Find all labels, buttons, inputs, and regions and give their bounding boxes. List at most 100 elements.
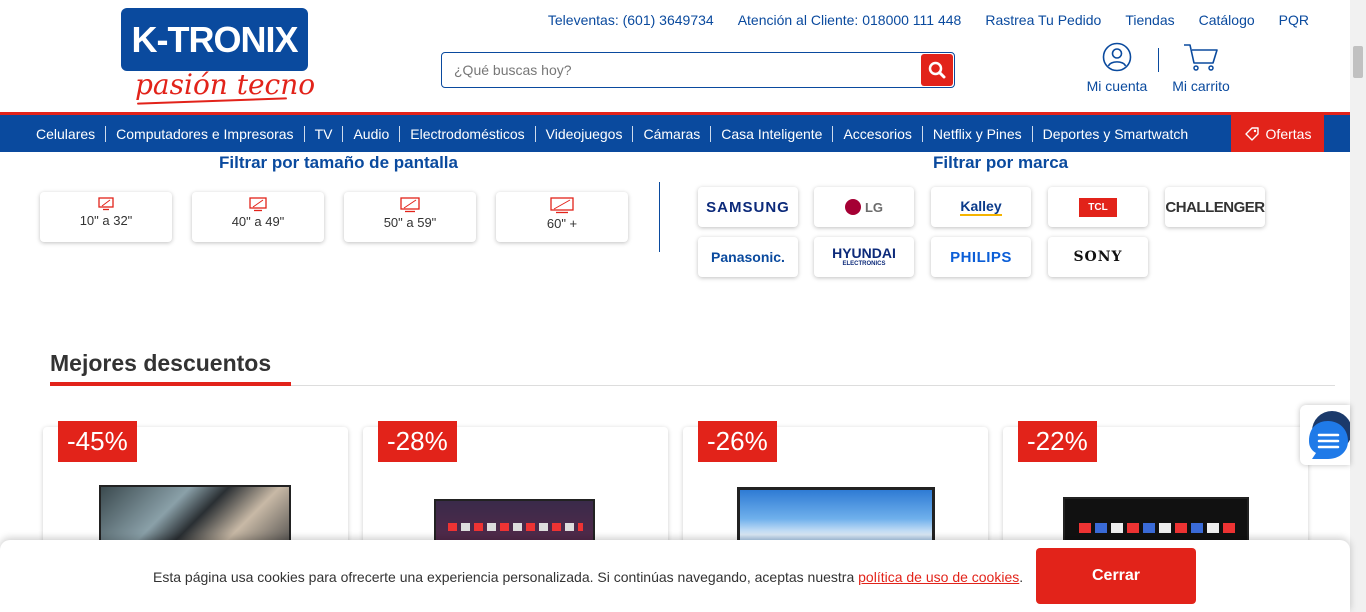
cookie-policy-link[interactable]: política de uso de cookies xyxy=(858,569,1019,585)
nav-divider xyxy=(534,125,536,142)
televentas-link[interactable]: Televentas: (601) 3649734 xyxy=(548,12,714,28)
cart-button[interactable]: Mi carrito xyxy=(1170,42,1232,94)
brand-hyundai[interactable]: HYUNDAI ELECTRONICS xyxy=(814,237,914,277)
ofertas-label: Ofertas xyxy=(1265,125,1312,142)
sony-logo: SONY xyxy=(1073,249,1123,265)
brand-lg[interactable]: LG xyxy=(814,187,914,227)
nav-tv[interactable]: TV xyxy=(305,126,343,142)
nav-celulares[interactable]: Celulares xyxy=(26,126,105,142)
scrollbar-thumb[interactable] xyxy=(1353,46,1363,78)
cookie-banner: Esta página usa cookies para ofrecerte u… xyxy=(0,540,1350,612)
nav-deportes-smartwatch[interactable]: Deportes y Smartwatch xyxy=(1033,126,1199,142)
account-button[interactable]: Mi cuenta xyxy=(1086,42,1148,94)
chat-button[interactable] xyxy=(1300,405,1350,465)
section-accent xyxy=(50,382,291,386)
product-card[interactable]: -26% xyxy=(683,421,988,557)
app-row xyxy=(1079,523,1239,533)
brand-sony[interactable]: SONY xyxy=(1048,237,1148,277)
kalley-logo: Kalley xyxy=(960,198,1002,216)
chat-icon xyxy=(1309,411,1350,459)
philips-logo: PHILIPS xyxy=(950,248,1012,266)
nav-netflix-pines[interactable]: Netflix y Pines xyxy=(923,126,1032,142)
customer-service-link[interactable]: Atención al Cliente: 018000 111 448 xyxy=(738,12,962,28)
site-header: K-TRONIX pasión tecno Televentas: (601) … xyxy=(0,0,1350,112)
nav-casa-inteligente[interactable]: Casa Inteligente xyxy=(711,126,832,142)
product-card[interactable]: -45% xyxy=(43,421,348,557)
brand-panasonic[interactable]: Panasonic. xyxy=(698,237,798,277)
section-title: Mejores descuentos xyxy=(50,350,272,376)
size-label: 10" a 32" xyxy=(79,213,133,228)
discount-badge: -28% xyxy=(378,421,457,462)
nav-audio[interactable]: Audio xyxy=(343,126,399,142)
user-icon xyxy=(1102,42,1132,72)
size-filter-10-32[interactable]: 10" a 32" xyxy=(40,192,172,242)
nav-divider xyxy=(1031,125,1033,142)
app-row xyxy=(448,523,583,531)
nav-divider xyxy=(710,125,712,142)
challenger-logo: CHALLENGER xyxy=(1165,198,1265,216)
size-label: 60" + xyxy=(546,216,578,231)
track-order-link[interactable]: Rastrea Tu Pedido xyxy=(985,12,1101,28)
nav-divider xyxy=(342,125,344,142)
brand-kalley[interactable]: Kalley xyxy=(931,187,1031,227)
tv-icon xyxy=(98,197,114,211)
samsung-logo: SAMSUNG xyxy=(706,198,790,216)
product-card[interactable]: -22% xyxy=(1003,421,1308,557)
size-filter-60-plus[interactable]: 60" + xyxy=(496,192,628,242)
brand-samsung[interactable]: SAMSUNG xyxy=(698,187,798,227)
top-links: Televentas: (601) 3649734 Atención al Cl… xyxy=(548,12,1309,28)
nav-divider xyxy=(105,125,107,142)
size-filter-50-59[interactable]: 50" a 59" xyxy=(344,192,476,242)
cookie-period: . xyxy=(1019,569,1024,585)
stores-link[interactable]: Tiendas xyxy=(1125,12,1174,28)
lg-logo: LG xyxy=(864,199,884,215)
hyundai-sub: ELECTRONICS xyxy=(842,261,886,267)
search-input[interactable] xyxy=(442,53,912,87)
nav-divider xyxy=(921,125,923,142)
cart-label: Mi carrito xyxy=(1172,78,1230,94)
account-label: Mi cuenta xyxy=(1086,78,1148,94)
hyundai-logo: HYUNDAI xyxy=(832,245,896,261)
logo-wordmark: K-TRONIX xyxy=(121,8,308,71)
size-filter-40-49[interactable]: 40" a 49" xyxy=(192,192,324,242)
discount-badge: -45% xyxy=(58,421,137,462)
tag-icon xyxy=(1244,126,1259,141)
panasonic-logo: Panasonic. xyxy=(711,249,785,265)
nav-camaras[interactable]: Cámaras xyxy=(633,126,710,142)
search-icon xyxy=(928,61,946,79)
size-filter-title: Filtrar por tamaño de pantalla xyxy=(219,153,458,172)
cookie-message: Esta página usa cookies para ofrecerte u… xyxy=(153,569,1023,585)
ktronix-logo[interactable]: K-TRONIX pasión tecno xyxy=(121,8,315,105)
nav-divider xyxy=(303,125,305,142)
tv-icon xyxy=(550,197,574,214)
nav-videojuegos[interactable]: Videojuegos xyxy=(536,126,633,142)
size-label: 40" a 49" xyxy=(231,214,285,229)
nav-divider xyxy=(632,125,634,142)
size-label: 50" a 59" xyxy=(383,215,437,230)
cookie-close-button[interactable]: Cerrar xyxy=(1036,548,1196,604)
nav-computadores[interactable]: Computadores e Impresoras xyxy=(106,126,303,142)
nav-divider xyxy=(832,125,834,142)
tv-icon xyxy=(249,197,267,212)
tv-icon xyxy=(400,197,420,213)
discount-badge: -26% xyxy=(698,421,777,462)
lg-logo-icon xyxy=(844,199,861,215)
cookie-text: Esta página usa cookies para ofrecerte u… xyxy=(153,569,859,585)
search-button[interactable] xyxy=(921,54,953,86)
main-nav: Celulares Computadores e Impresoras TV A… xyxy=(0,112,1350,152)
brand-filter-title: Filtrar por marca xyxy=(933,153,1069,172)
catalog-link[interactable]: Catálogo xyxy=(1199,12,1255,28)
search-bar xyxy=(441,52,955,88)
pqr-link[interactable]: PQR xyxy=(1279,12,1309,28)
nav-items: Celulares Computadores e Impresoras TV A… xyxy=(26,115,1198,152)
product-card[interactable]: -28% xyxy=(363,421,668,557)
logo-tagline: pasión tecno xyxy=(135,68,316,101)
brand-tcl[interactable]: TCL xyxy=(1048,187,1148,227)
nav-ofertas[interactable]: Ofertas xyxy=(1231,115,1324,152)
nav-accesorios[interactable]: Accesorios xyxy=(833,126,921,142)
brand-philips[interactable]: PHILIPS xyxy=(931,237,1031,277)
brand-challenger[interactable]: CHALLENGER xyxy=(1165,187,1265,227)
cart-icon xyxy=(1184,44,1218,71)
page-scrollbar[interactable] xyxy=(1350,0,1366,612)
nav-electrodomesticos[interactable]: Electrodomésticos xyxy=(400,126,534,142)
